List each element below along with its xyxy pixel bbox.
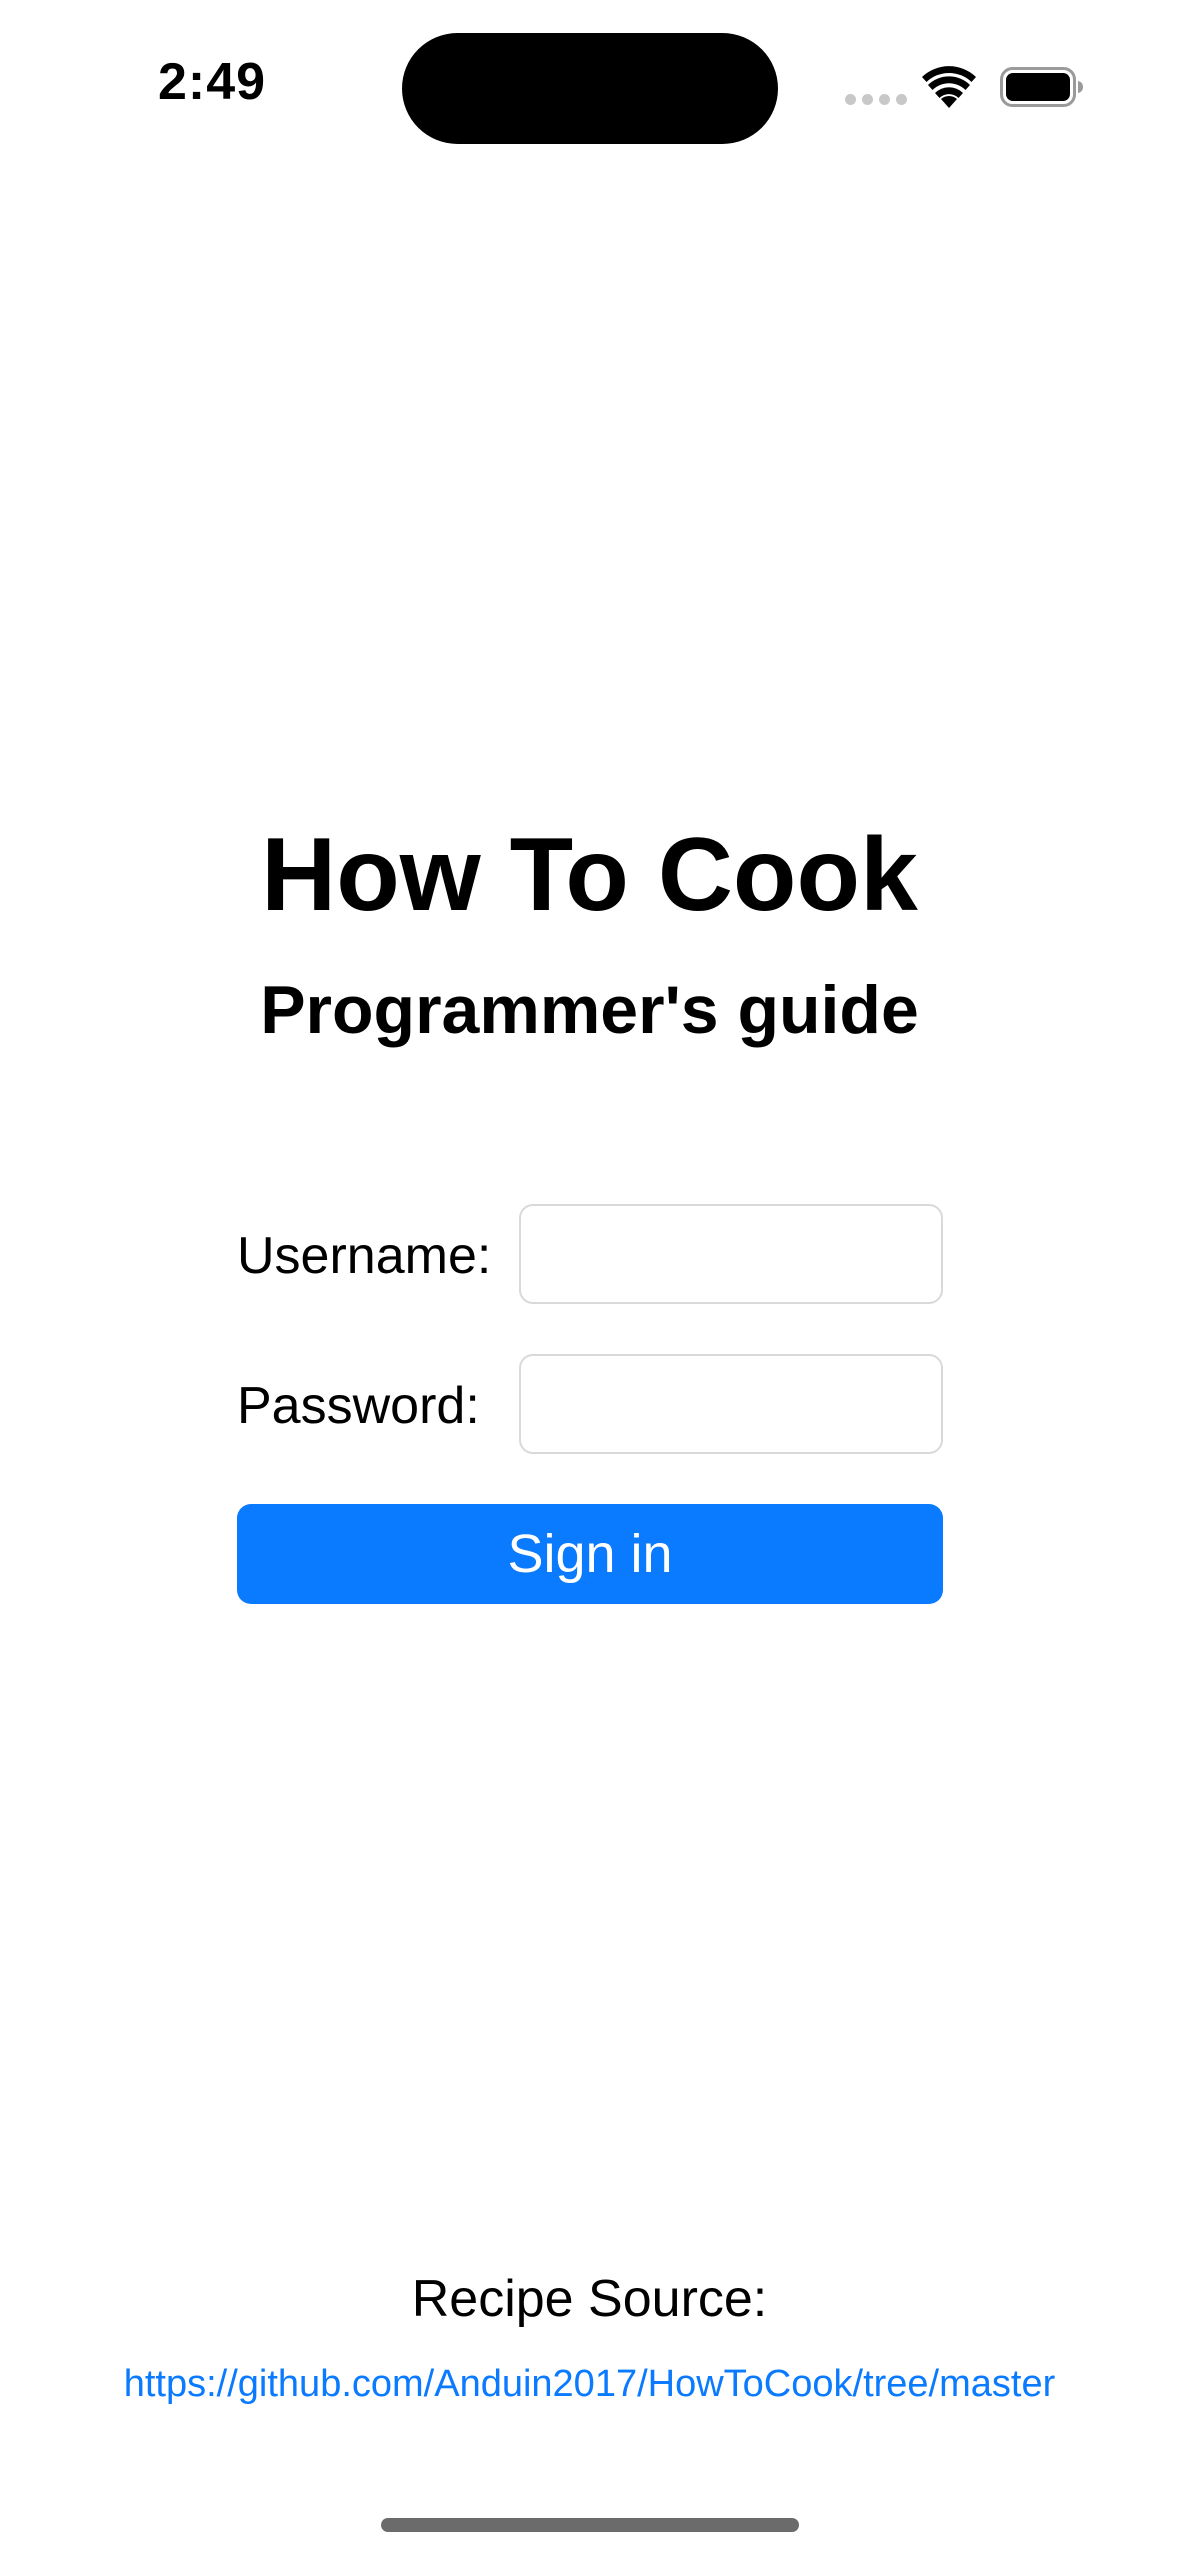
app-subtitle: Programmer's guide	[260, 972, 919, 1048]
wifi-icon	[922, 66, 976, 108]
recipe-source-link[interactable]: https://github.com/Anduin2017/HowToCook/…	[0, 2360, 1179, 2408]
battery-icon	[1000, 67, 1083, 107]
username-input[interactable]	[519, 1204, 943, 1304]
sign-in-button[interactable]: Sign in	[237, 1504, 943, 1604]
status-time: 2:49	[158, 53, 267, 111]
app-title: How To Cook	[261, 817, 918, 933]
signal-icon	[845, 94, 907, 108]
password-input[interactable]	[519, 1354, 943, 1454]
recipe-source-label: Recipe Source:	[411, 2270, 768, 2328]
password-label: Password:	[237, 1377, 480, 1435]
home-indicator[interactable]	[381, 2518, 799, 2532]
username-label: Username:	[237, 1227, 492, 1285]
dynamic-island	[402, 33, 778, 144]
